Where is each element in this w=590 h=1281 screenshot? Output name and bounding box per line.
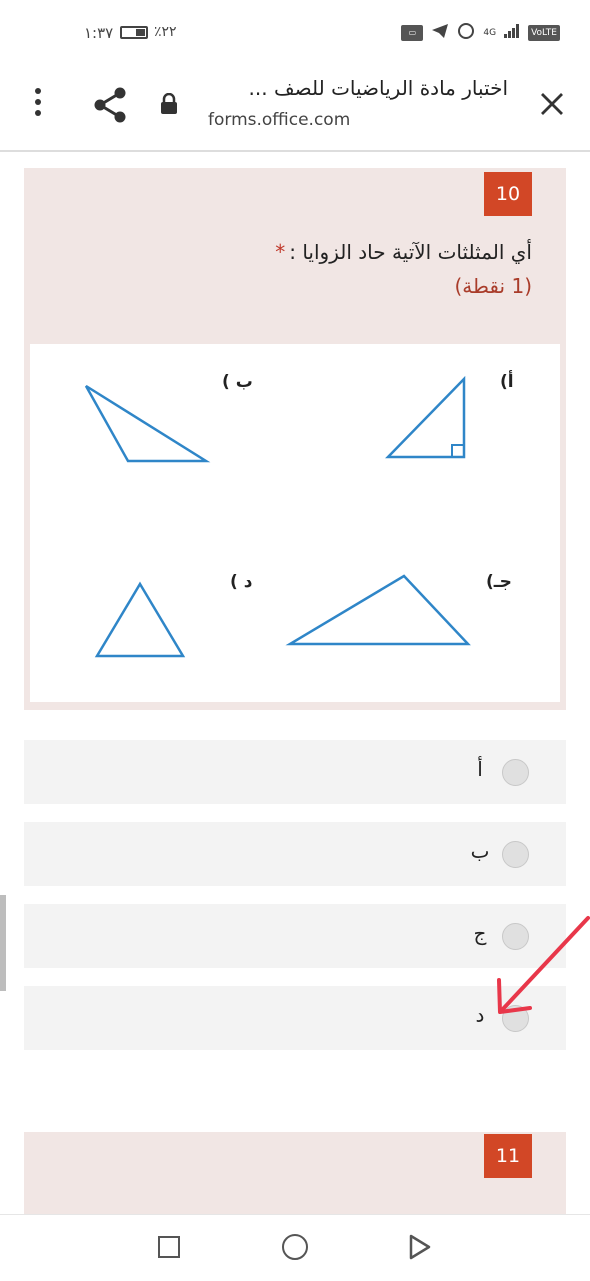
- radio-button[interactable]: [502, 759, 529, 786]
- share-icon[interactable]: [92, 86, 128, 128]
- required-mark: *: [275, 240, 286, 264]
- triangle-back-icon[interactable]: [408, 1234, 432, 1264]
- scrollbar-thumb[interactable]: [0, 895, 6, 991]
- triangle-d: [94, 581, 186, 658]
- battery-percent: ٪٢٢: [154, 24, 177, 40]
- status-time: ١:٣٧: [84, 24, 114, 42]
- page-url: forms.office.com: [208, 110, 351, 130]
- option-row[interactable]: ب: [24, 822, 566, 886]
- question-number-badge: 11: [484, 1134, 532, 1178]
- question-card: 11 ...: [24, 1132, 566, 1216]
- battery-icon: [120, 26, 148, 39]
- lock-icon: [160, 92, 178, 119]
- question-points: (1 نقطة): [454, 274, 532, 298]
- question-number-badge: 10: [484, 172, 532, 216]
- whatsapp-icon: [457, 22, 475, 44]
- radio-button[interactable]: [502, 841, 529, 868]
- browser-toolbar: اختبار مادة الرياضيات للصف ... forms.off…: [0, 66, 590, 152]
- question-text: أي المثلثات الآتية حاد الزوايا :*: [275, 240, 532, 264]
- right-angle-mark: [451, 444, 464, 457]
- close-icon[interactable]: [540, 92, 564, 120]
- option-label: ب: [470, 839, 490, 863]
- system-navbar: [0, 1214, 590, 1281]
- status-icons: ▭ 4G VoLTE: [401, 22, 560, 44]
- telegram-icon: [431, 23, 449, 43]
- question-card: 10 أي المثلثات الآتية حاد الزوايا :* (1 …: [24, 168, 566, 710]
- network-label: 4G: [483, 28, 497, 38]
- status-bar: ١:٣٧ ٪٢٢ ▭ 4G VoLTE: [0, 0, 590, 66]
- circle-icon[interactable]: [282, 1234, 308, 1260]
- option-label: أ: [477, 757, 483, 781]
- option-row[interactable]: د: [24, 986, 566, 1050]
- question-figure: أ) ب ) جـ) د ): [30, 344, 560, 702]
- radio-button[interactable]: [502, 923, 529, 950]
- question-label: أي المثلثات الآتية حاد الزوايا :: [289, 240, 532, 264]
- option-label: د: [475, 1003, 485, 1027]
- volte-badge: VoLTE: [528, 25, 560, 41]
- notification-icon: ▭: [401, 25, 424, 41]
- radio-button[interactable]: [502, 1005, 529, 1032]
- square-icon[interactable]: [158, 1236, 180, 1258]
- page-title: اختبار مادة الرياضيات للصف ...: [248, 76, 508, 100]
- triangles-figure: [84, 375, 471, 658]
- triangle-b: [84, 384, 211, 463]
- option-label: ج: [473, 921, 487, 945]
- triangle-c: [285, 574, 471, 646]
- signal-icon: [504, 24, 520, 42]
- menu-icon[interactable]: [30, 88, 46, 124]
- option-row[interactable]: ج: [24, 904, 566, 968]
- option-row[interactable]: أ: [24, 740, 566, 804]
